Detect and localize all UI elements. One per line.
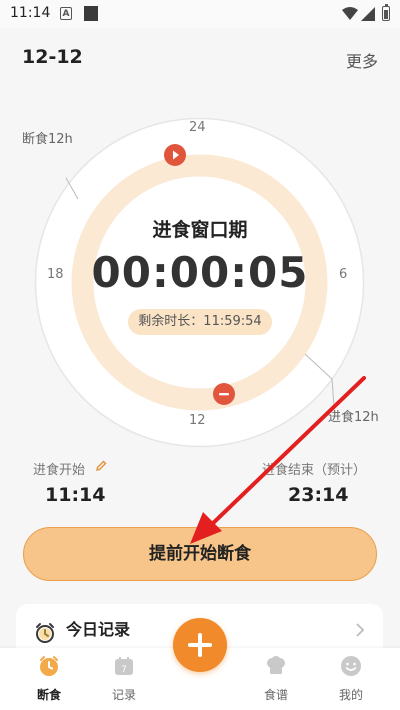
status-time: 11:14	[10, 5, 51, 21]
eating-start-label: 进食开始	[33, 463, 86, 478]
tab-profile[interactable]: 我的	[316, 648, 386, 710]
eating-end-time: 23:14	[288, 484, 349, 506]
eating-start-time: 11:14	[45, 484, 106, 506]
chef-hat-icon	[267, 656, 285, 674]
smiley-face-icon	[341, 656, 361, 676]
elapsed-timer: 00:00:05	[91, 248, 309, 297]
today-record-title: 今日记录	[66, 620, 131, 639]
add-record-button[interactable]	[173, 618, 227, 672]
tab-profile-label: 我的	[338, 688, 363, 702]
remaining-time-badge: 剩余时长：11:59:54	[128, 309, 272, 335]
more-button[interactable]: 更多	[346, 48, 378, 72]
notification-a-icon: A	[60, 7, 72, 20]
eating-duration-label: 进食12h	[328, 410, 379, 425]
chevron-right-icon	[356, 623, 365, 637]
calendar-icon: 7	[115, 657, 133, 675]
play-icon	[173, 150, 179, 160]
tab-recipes[interactable]: 食谱	[241, 648, 311, 710]
tab-fasting-label: 断食	[36, 688, 61, 702]
eating-end-label: 进食结束（预计）	[262, 463, 367, 478]
date-title: 12-12	[22, 46, 83, 68]
tab-fasting[interactable]: 断食	[14, 648, 84, 710]
start-fasting-early-button[interactable]: 提前开始断食	[23, 527, 377, 581]
fasting-clock-icon	[40, 656, 58, 676]
hour-24-label: 24	[189, 120, 206, 135]
status-bar: 11:14 A	[0, 0, 400, 28]
calendar-day-label: 7	[121, 665, 127, 675]
fasting-duration-label: 断食12h	[22, 132, 73, 147]
minus-icon	[219, 393, 229, 396]
tab-records-label: 记录	[111, 688, 136, 702]
end-marker[interactable]	[213, 383, 235, 405]
wifi-icon	[342, 7, 358, 20]
edit-pencil-icon[interactable]	[95, 460, 107, 472]
alarm-clock-icon	[36, 623, 54, 643]
start-marker[interactable]	[164, 144, 186, 166]
tab-records[interactable]: 7 记录	[89, 648, 159, 710]
phase-title: 进食窗口期	[152, 219, 248, 241]
signal-icon	[361, 7, 375, 21]
notification-square-icon	[84, 6, 98, 21]
tab-recipes-label: 食谱	[263, 688, 288, 702]
hour-12-label: 12	[189, 413, 206, 428]
battery-icon	[382, 4, 390, 21]
